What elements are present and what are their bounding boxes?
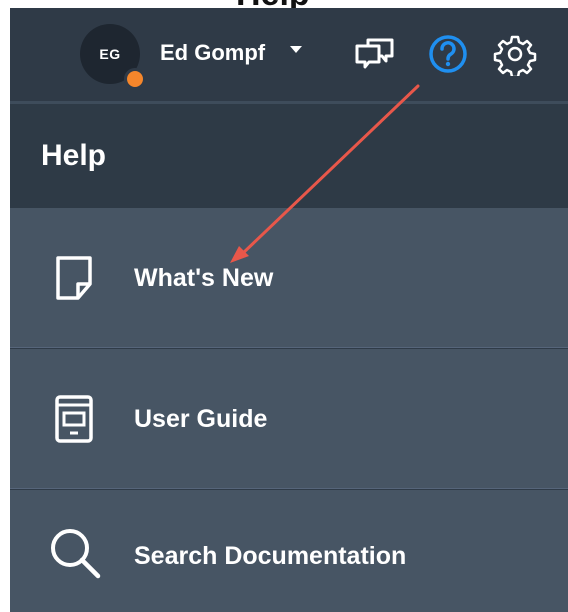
help-panel: EG Ed Gompf Help What's New User Guide S… xyxy=(10,8,568,612)
top-bar: EG Ed Gompf xyxy=(10,8,568,102)
chevron-down-icon[interactable] xyxy=(290,46,302,53)
document-page-icon xyxy=(46,250,102,306)
chat-bubbles-icon[interactable] xyxy=(353,32,397,76)
help-header: Help xyxy=(10,104,568,208)
user-name[interactable]: Ed Gompf xyxy=(160,38,265,68)
help-question-icon[interactable] xyxy=(426,32,470,76)
menu-item-label: Search Documentation xyxy=(134,542,407,570)
search-icon xyxy=(46,524,102,580)
gear-icon[interactable] xyxy=(493,32,537,79)
status-indicator xyxy=(124,68,146,90)
menu-item-user-guide[interactable]: User Guide xyxy=(10,349,568,489)
guide-book-icon xyxy=(46,391,102,447)
menu-item-search-documentation[interactable]: Search Documentation xyxy=(10,490,568,612)
menu-item-label: What's New xyxy=(134,264,274,292)
menu-item-label: User Guide xyxy=(134,405,268,433)
avatar-initials: EG xyxy=(99,46,121,62)
page-title: Help xyxy=(41,139,107,172)
menu-item-whats-new[interactable]: What's New xyxy=(10,208,568,348)
